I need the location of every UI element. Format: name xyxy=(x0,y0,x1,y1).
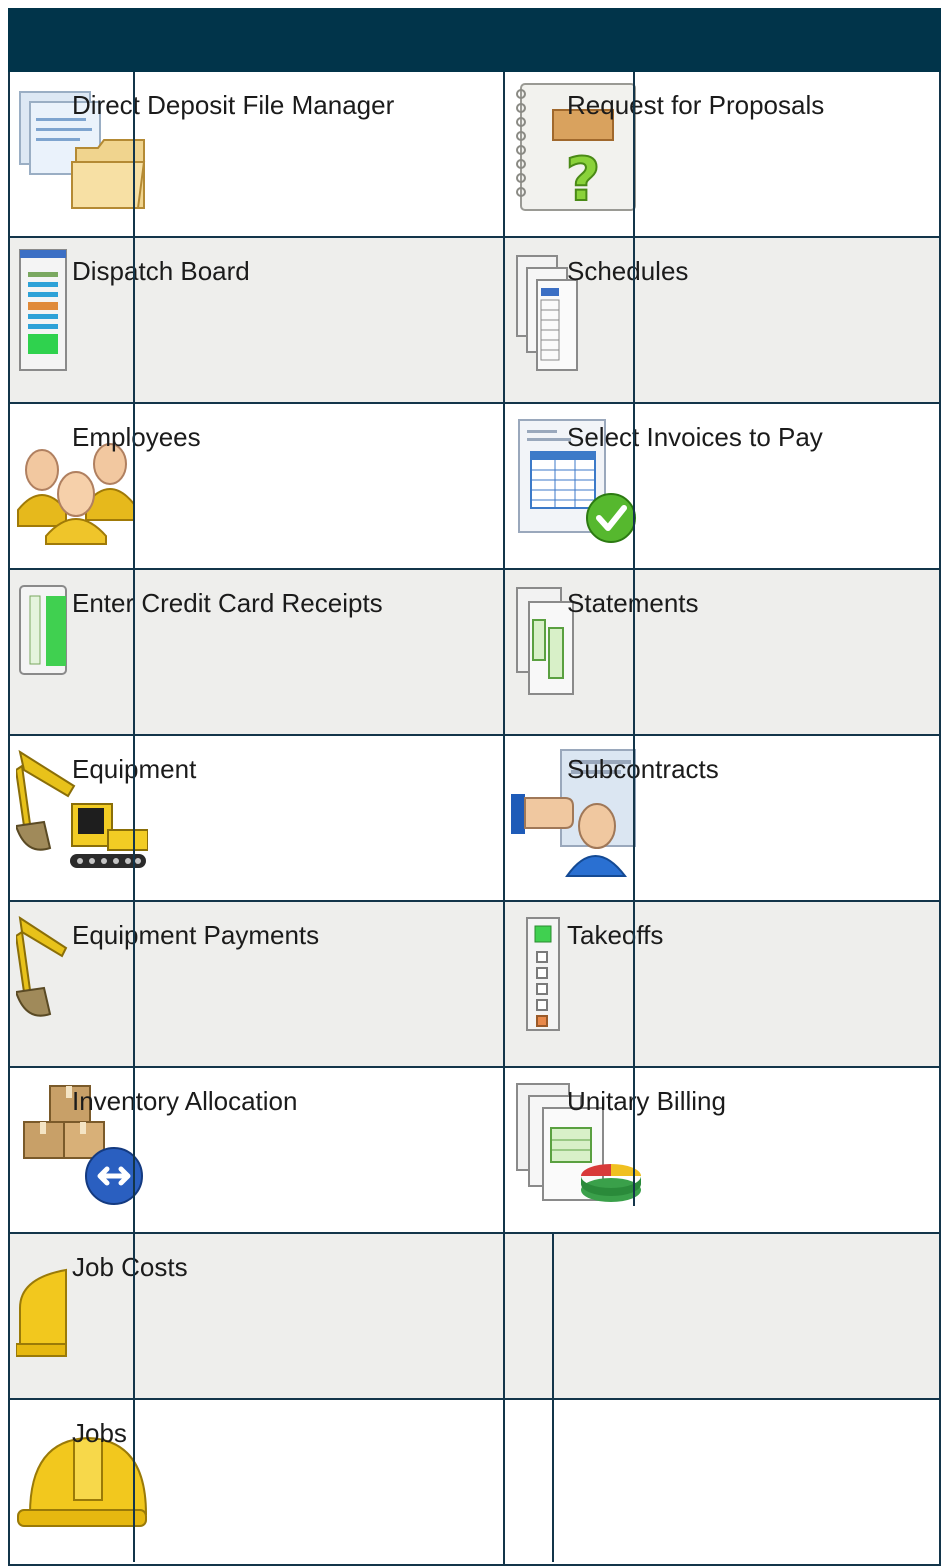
cell-equipment[interactable]: Equipment xyxy=(8,736,505,900)
cell-label: Inventory Allocation xyxy=(72,1086,298,1116)
cell-dispatch-board[interactable]: Dispatch Board xyxy=(8,238,505,402)
cell-label: Jobs xyxy=(72,1418,127,1448)
table-row: Inventory Allocation Unitary Billing xyxy=(8,1068,941,1234)
cell-job-costs[interactable]: Job Costs xyxy=(8,1234,505,1398)
cell-select-invoices-to-pay[interactable]: Select Invoices to Pay xyxy=(505,404,941,568)
cell-label: Unitary Billing xyxy=(567,1086,726,1116)
cell-schedules[interactable]: Schedules xyxy=(505,238,941,402)
cell-label: Direct Deposit File Manager xyxy=(72,90,395,120)
cell-label: Enter Credit Card Receipts xyxy=(72,588,383,618)
cell-equipment-payments[interactable]: Equipment Payments xyxy=(8,902,505,1066)
empty-cell xyxy=(505,1400,941,1564)
table-header xyxy=(8,8,941,72)
table-row: Employees Select Invoices to Pay xyxy=(8,404,941,570)
cell-subcontracts[interactable]: Subcontracts xyxy=(505,736,941,900)
cell-request-for-proposals[interactable]: ? Request for Proposals xyxy=(505,72,941,236)
table-row: Jobs xyxy=(8,1400,941,1566)
table-row: Equipment Subcontracts xyxy=(8,736,941,902)
vertical-rule xyxy=(133,72,135,1562)
vertical-rule xyxy=(552,1234,554,1562)
empty-cell xyxy=(505,1234,941,1398)
cell-statements[interactable]: Statements xyxy=(505,570,941,734)
cell-label: Job Costs xyxy=(72,1252,188,1282)
table-row: Equipment Payments Takeoffs xyxy=(8,902,941,1068)
svg-text:?: ? xyxy=(566,145,601,214)
table-row: Dispatch Board Schedules xyxy=(8,238,941,404)
table-row: Direct Deposit File Manager ? Request fo… xyxy=(8,72,941,238)
cell-label: Employees xyxy=(72,422,201,452)
cell-unitary-billing[interactable]: Unitary Billing xyxy=(505,1068,941,1232)
cell-takeoffs[interactable]: Takeoffs xyxy=(505,902,941,1066)
vertical-rule xyxy=(633,72,635,1206)
cell-label: Schedules xyxy=(567,256,689,286)
cell-jobs[interactable]: Jobs xyxy=(8,1400,505,1564)
table-row: Enter Credit Card Receipts Statements xyxy=(8,570,941,736)
cell-employees[interactable]: Employees xyxy=(8,404,505,568)
cell-inventory-allocation[interactable]: Inventory Allocation xyxy=(8,1068,505,1232)
cell-label: Request for Proposals xyxy=(567,90,825,120)
cell-label: Subcontracts xyxy=(567,754,719,784)
cell-label: Equipment Payments xyxy=(72,920,320,950)
cell-enter-credit-card-receipts[interactable]: Enter Credit Card Receipts xyxy=(8,570,505,734)
cell-label: Dispatch Board xyxy=(72,256,250,286)
cell-label: Takeoffs xyxy=(567,920,664,950)
cell-direct-deposit-file-manager[interactable]: Direct Deposit File Manager xyxy=(8,72,505,236)
table-row: Job Costs xyxy=(8,1234,941,1400)
cell-label: Select Invoices to Pay xyxy=(567,422,823,452)
